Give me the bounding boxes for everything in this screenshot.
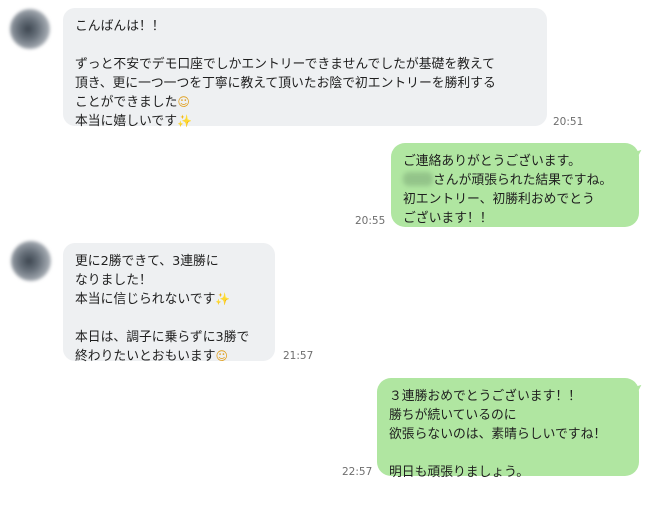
message-line: 本当に嬉しいです bbox=[75, 114, 177, 129]
bubble-tail bbox=[632, 384, 645, 397]
incoming-message: こんばんは！！ ずっと不安でデモ口座でしかエントリーできませんでしたが基礎を教え… bbox=[63, 8, 547, 129]
message-line: ことができました bbox=[75, 95, 178, 110]
message-line: さんが頑張られた結果ですね。 bbox=[433, 173, 613, 188]
incoming-message: 更に2勝できて、3連勝に なりました！ 本当に信じられないです✨ 本日は、調子に… bbox=[63, 243, 275, 364]
message-timestamp: 22:57 bbox=[342, 466, 373, 478]
message-line: 終わりたいとおもいます bbox=[75, 349, 216, 364]
message-timestamp: 21:57 bbox=[283, 350, 314, 362]
message-line: 本当に信じられないです bbox=[75, 292, 216, 307]
outgoing-message: ご連絡ありがとうございます。 さんが頑張られた結果ですね。 初エントリー、初勝利… bbox=[391, 143, 639, 227]
smile-icon: ☺ bbox=[177, 95, 190, 109]
message-line: こんばんは！！ bbox=[75, 19, 165, 34]
smile-icon: ☺ bbox=[215, 349, 229, 363]
message-line: ございます！！ bbox=[403, 211, 493, 226]
message-line: ずっと不安でデモ口座でしかエントリーできませんでしたが基礎を教えて bbox=[75, 57, 495, 72]
sender-avatar[interactable] bbox=[11, 241, 51, 281]
sparkle-icon: ✨ bbox=[215, 292, 231, 306]
message-line: 更に2勝できて、3連勝に bbox=[75, 254, 219, 269]
message-line: 明日も頑張りましょう。 bbox=[389, 465, 529, 480]
message-timestamp: 20:55 bbox=[355, 215, 386, 227]
sender-avatar[interactable] bbox=[10, 9, 50, 49]
chat-log: こんばんは！！ ずっと不安でデモ口座でしかエントリーできませんでしたが基礎を教え… bbox=[0, 0, 654, 509]
message-line: 勝ちが続いているのに bbox=[389, 408, 517, 423]
bubble-tail bbox=[632, 149, 645, 162]
message-line: 本日は、調子に乗らずに3勝で bbox=[75, 330, 250, 345]
message-line: ご連絡ありがとうございます。 bbox=[403, 154, 581, 169]
message-line: 頂き、更に一つ一つを丁寧に教えて頂いたお陰で初エントリーを勝利する bbox=[75, 76, 496, 91]
outgoing-message: ３連勝おめでとうございます！！ 勝ちが続いているのに 欲張らないのは、素晴らしい… bbox=[377, 378, 639, 480]
message-line: なりました！ bbox=[75, 273, 152, 288]
message-line: 初エントリー、初勝利おめでとう bbox=[403, 192, 595, 207]
sparkle-icon: ✨ bbox=[177, 114, 192, 128]
message-line: 欲張らないのは、素晴らしいですね！ bbox=[389, 427, 607, 442]
message-line: ３連勝おめでとうございます！！ bbox=[389, 389, 581, 404]
message-timestamp: 20:51 bbox=[553, 116, 584, 128]
redacted-name bbox=[403, 172, 433, 186]
